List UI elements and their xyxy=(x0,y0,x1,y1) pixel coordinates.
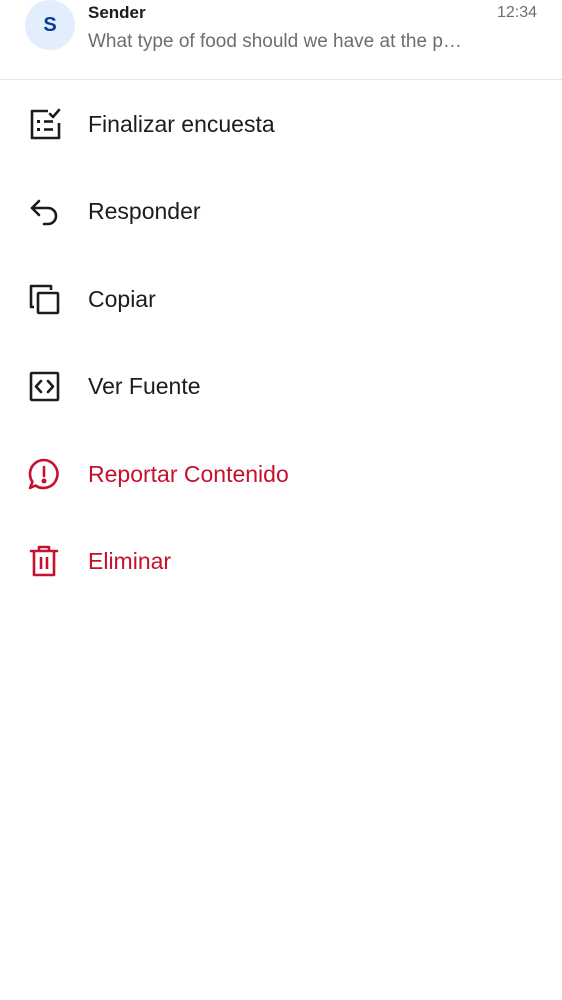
view-source-item[interactable]: Ver Fuente xyxy=(0,343,562,431)
report-content-item[interactable]: Reportar Contenido xyxy=(0,430,562,518)
view-source-icon xyxy=(26,368,62,404)
report-icon xyxy=(26,456,62,492)
end-poll-item[interactable]: Finalizar encuesta xyxy=(0,80,562,168)
sender-name: Sender xyxy=(88,3,146,22)
end-poll-label: Finalizar encuesta xyxy=(88,110,275,137)
reply-label: Responder xyxy=(88,198,201,225)
delete-icon xyxy=(26,543,62,579)
message-context-sheet: S Sender What type of food should we hav… xyxy=(0,0,562,1000)
avatar: S xyxy=(25,0,75,50)
message-time: 12:34 xyxy=(496,4,537,21)
copy-item[interactable]: Copiar xyxy=(0,255,562,343)
message-summary: S Sender What type of food should we hav… xyxy=(0,0,562,80)
copy-icon xyxy=(26,281,62,317)
delete-item[interactable]: Eliminar xyxy=(0,518,562,606)
delete-label: Eliminar xyxy=(88,548,172,575)
reply-icon xyxy=(26,193,62,229)
action-menu: Finalizar encuesta Responder Copiar Ver … xyxy=(0,80,562,605)
poll-end-icon xyxy=(26,106,62,142)
view-source-label: Ver Fuente xyxy=(88,373,201,400)
copy-label: Copiar xyxy=(88,285,156,312)
message-preview: What type of food should we have at the … xyxy=(88,31,468,52)
report-content-label: Reportar Contenido xyxy=(88,460,289,487)
reply-item[interactable]: Responder xyxy=(0,168,562,256)
